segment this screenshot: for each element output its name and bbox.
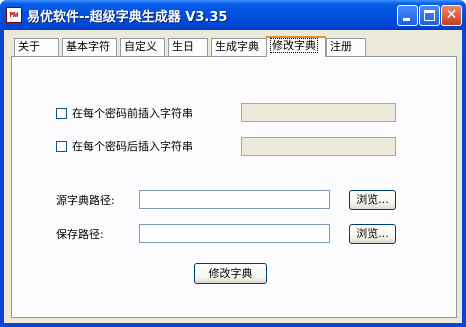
window-title: 易优软件--超级字典生成器 V3.35	[27, 10, 228, 25]
maximize-button[interactable]	[419, 5, 440, 26]
tab-label: 注册	[330, 40, 352, 53]
suffix-label: 在每个密码后插入字符串	[72, 140, 193, 153]
tab-register[interactable]: 注册	[326, 38, 366, 56]
prefix-input[interactable]	[241, 103, 396, 122]
suffix-input[interactable]	[241, 137, 396, 156]
save-path-label: 保存路径:	[56, 228, 104, 241]
client-area: 关于 基本字符 自定义 生日 生成字典 修改字典 注册 在每个密码前插入字符串 …	[4, 30, 462, 323]
tab-label: 修改字典	[270, 38, 318, 53]
minimize-button[interactable]	[397, 5, 418, 26]
tab-custom[interactable]: 自定义	[120, 38, 165, 56]
tab-label: 关于	[18, 40, 40, 53]
maximize-icon	[424, 10, 435, 21]
suffix-checkbox[interactable]	[56, 141, 67, 152]
app-window: MW 易优软件--超级字典生成器 V3.35 ✕ 关于 基本字符 自定义 生日 …	[0, 0, 466, 327]
tab-basic-chars[interactable]: 基本字符	[62, 38, 117, 56]
save-path-input[interactable]	[139, 224, 330, 243]
modify-dictionary-panel: 在每个密码前插入字符串 在每个密码后插入字符串 源字典路径: 浏览... 保存路…	[11, 56, 457, 318]
modify-dictionary-button[interactable]: 修改字典	[194, 263, 267, 284]
tab-generate-dictionary[interactable]: 生成字典	[211, 38, 267, 56]
tab-label: 基本字符	[66, 40, 110, 53]
tab-label: 自定义	[124, 40, 157, 53]
title-bar[interactable]: MW 易优软件--超级字典生成器 V3.35 ✕	[0, 0, 466, 30]
source-path-label: 源字典路径:	[56, 194, 115, 207]
close-icon: ✕	[445, 7, 458, 23]
app-icon: MW	[6, 7, 22, 23]
tab-about[interactable]: 关于	[14, 38, 59, 56]
close-button[interactable]: ✕	[441, 5, 462, 26]
prefix-checkbox[interactable]	[56, 108, 67, 119]
browse-save-button[interactable]: 浏览...	[349, 224, 396, 244]
browse-source-button[interactable]: 浏览...	[349, 190, 396, 210]
tab-birthday[interactable]: 生日	[168, 38, 208, 56]
tab-modify-dictionary[interactable]: 修改字典	[266, 36, 326, 57]
minimize-icon	[403, 18, 410, 21]
prefix-label: 在每个密码前插入字符串	[72, 107, 193, 120]
tab-label: 生成字典	[215, 40, 259, 53]
source-path-input[interactable]	[139, 190, 330, 209]
tab-label: 生日	[172, 40, 194, 53]
